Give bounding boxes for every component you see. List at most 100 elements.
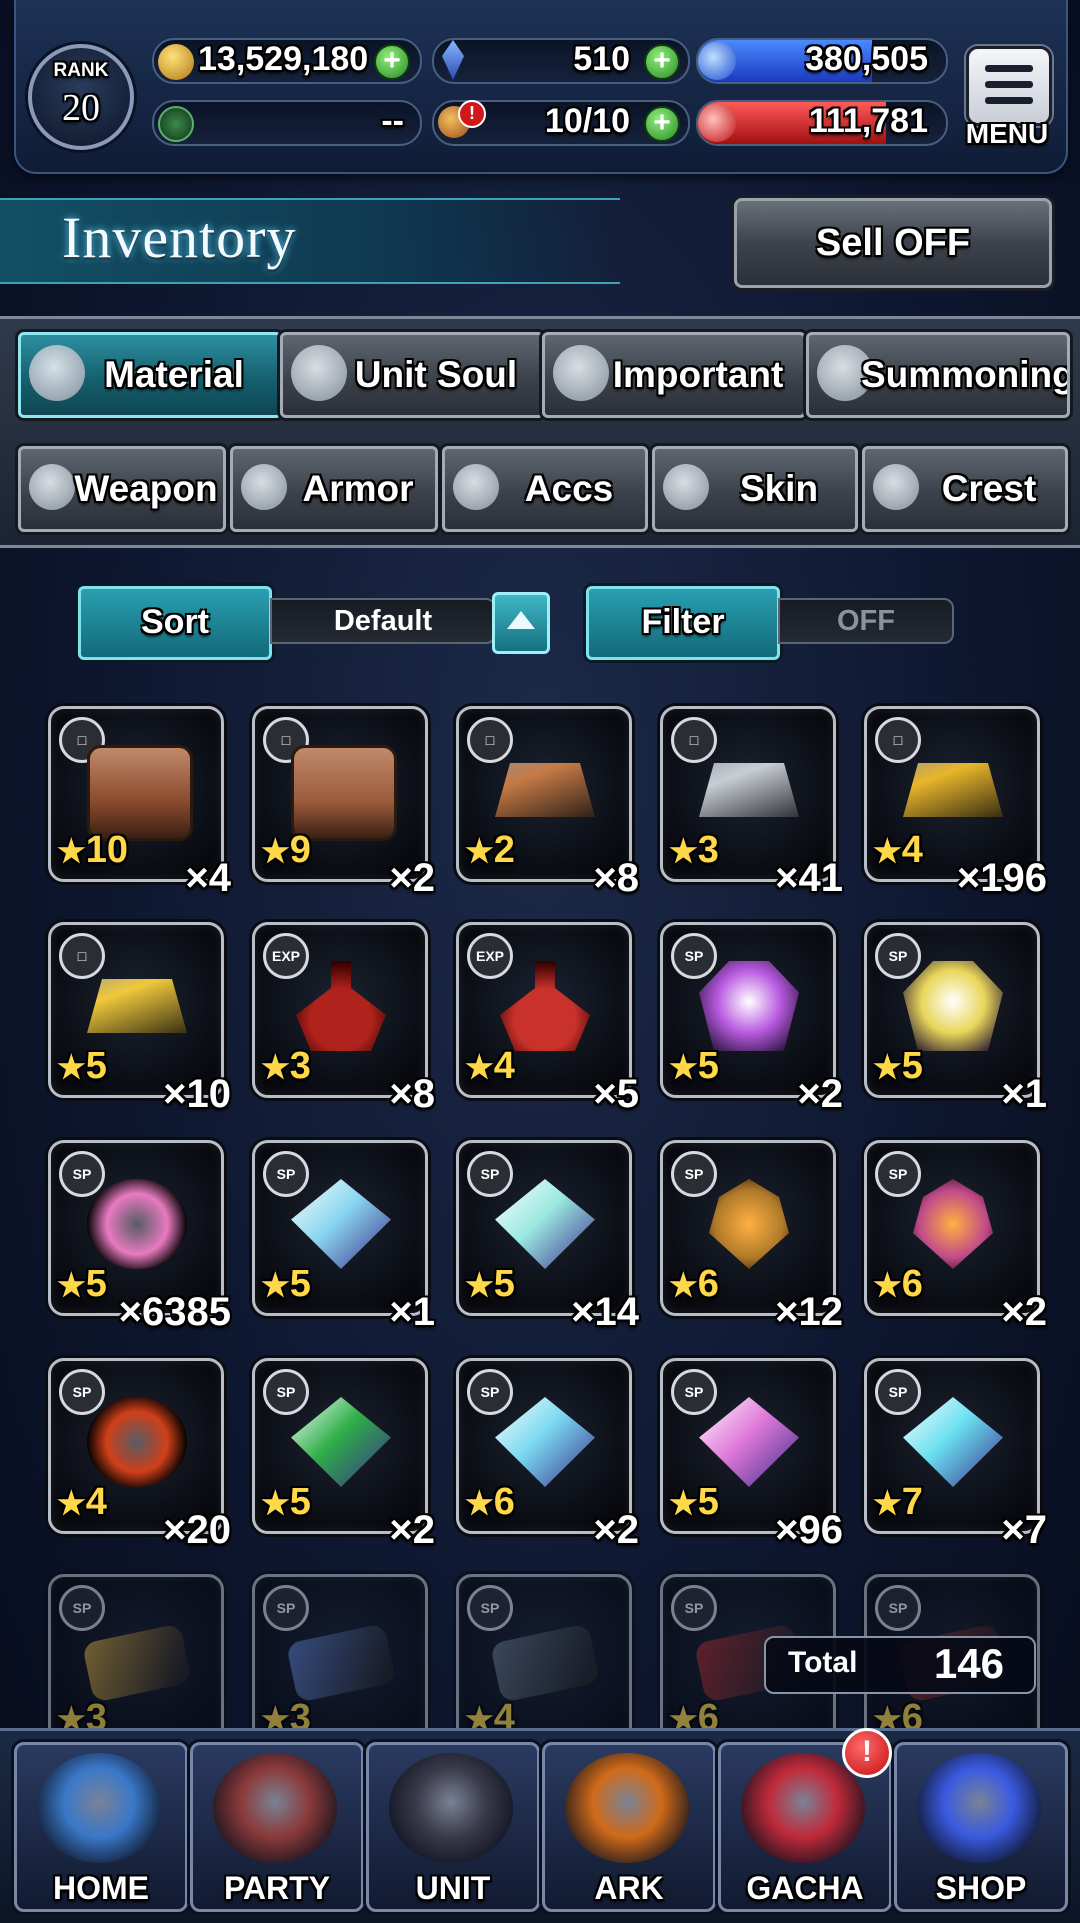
item-rarity: ★5 xyxy=(57,1046,107,1087)
item-quantity: ×96 xyxy=(775,1508,843,1552)
item-slot[interactable]: SP ★5 ×1 xyxy=(252,1140,435,1334)
item-slot[interactable]: EXP ★4 ×5 xyxy=(456,922,639,1116)
item-relic-icon xyxy=(913,1179,993,1269)
sort-order-arrow-icon[interactable] xyxy=(492,592,550,654)
sell-button[interactable]: Sell OFF xyxy=(734,198,1052,288)
item-slot[interactable]: SP ★5 ×6385 xyxy=(48,1140,231,1334)
item-rarity: ★5 xyxy=(669,1482,719,1523)
tab-material[interactable]: Material xyxy=(18,332,282,418)
item-slot[interactable]: EXP ★3 ×8 xyxy=(252,922,435,1116)
item-slot[interactable]: SP ★5 ×2 xyxy=(252,1358,435,1552)
item-quantity: ×2 xyxy=(593,1508,639,1552)
item-slot[interactable]: SP ★5 ×96 xyxy=(660,1358,843,1552)
nav-ark[interactable]: ARK xyxy=(542,1742,716,1912)
item-rarity: ★9 xyxy=(261,830,311,871)
nav-label: PARTY xyxy=(223,1870,331,1906)
item-type-badge: SP xyxy=(671,1151,717,1197)
gil-add-button[interactable]: + xyxy=(374,44,410,80)
gacha-alert-icon: ! xyxy=(842,1728,892,1778)
item-slot[interactable]: □ ★5 ×10 xyxy=(48,922,231,1116)
item-rarity: ★3 xyxy=(261,1046,311,1087)
tab-skin[interactable]: Skin xyxy=(652,446,858,532)
total-count-box: Total 146 xyxy=(764,1636,1036,1694)
tab-weapon[interactable]: Weapon xyxy=(18,446,226,532)
tab-armor[interactable]: Armor xyxy=(230,446,438,532)
tab-label: Unit Soul xyxy=(354,354,518,395)
item-gem-icon xyxy=(291,1397,391,1487)
sort-button[interactable]: Sort xyxy=(78,586,272,660)
total-value: 146 xyxy=(933,1640,1004,1687)
arena-value: -- xyxy=(381,102,404,140)
item-quantity: ×7 xyxy=(1001,1508,1047,1552)
item-rarity: ★2 xyxy=(465,830,515,871)
item-chest-icon xyxy=(291,745,397,841)
gacha-orbs-icon xyxy=(741,1753,865,1863)
item-rarity: ★5 xyxy=(261,1482,311,1523)
item-quantity: ×14 xyxy=(571,1290,639,1334)
item-slot[interactable]: □ ★9 ×2 xyxy=(252,706,435,900)
item-rarity: ★10 xyxy=(57,830,128,871)
item-slot[interactable]: SP★3×10 xyxy=(48,1574,231,1768)
tab-summoning[interactable]: Summoning xyxy=(806,332,1070,418)
visiore-add-button[interactable]: + xyxy=(644,44,680,80)
material-type-icon: □ xyxy=(59,933,105,979)
nav-unit[interactable]: UNIT xyxy=(366,1742,540,1912)
tab-label: Material xyxy=(104,354,244,395)
item-type-badge: SP xyxy=(263,1151,309,1197)
item-type-badge: SP xyxy=(467,1369,513,1415)
tab-label: Important xyxy=(612,354,784,395)
nav-label: ARK xyxy=(594,1870,664,1906)
item-rarity: ★6 xyxy=(873,1264,923,1305)
rank-value: 20 xyxy=(62,87,100,129)
item-slot[interactable]: □ ★10 ×4 xyxy=(48,706,231,900)
item-slot[interactable]: SP ★7 ×7 xyxy=(864,1358,1047,1552)
filter-button[interactable]: Filter xyxy=(586,586,780,660)
visiore-value: 510 xyxy=(573,40,630,78)
tab-label: Skin xyxy=(739,468,819,509)
item-slot[interactable]: SP ★6 ×12 xyxy=(660,1140,843,1334)
item-quantity: ×4 xyxy=(185,856,231,900)
item-slot[interactable]: SP★4×20 xyxy=(48,1358,231,1552)
item-slot[interactable]: SP ★5 ×1 xyxy=(864,922,1047,1116)
rarity-value: 5 xyxy=(289,1481,311,1523)
item-slot[interactable]: □ ★4 ×196 xyxy=(864,706,1047,900)
item-chest-icon xyxy=(87,745,193,841)
item-slot[interactable]: SP ★5 ×14 xyxy=(456,1140,639,1334)
nav-label: UNIT xyxy=(415,1870,491,1906)
item-ticket-icon xyxy=(81,1623,193,1703)
tab-label: Crest xyxy=(941,468,1037,509)
item-slot[interactable]: SP ★6 ×2 xyxy=(864,1140,1047,1334)
item-orb-icon xyxy=(87,1397,187,1487)
item-slot[interactable]: SP ★6 ×2 xyxy=(456,1358,639,1552)
item-type-badge: EXP xyxy=(467,933,513,979)
filter-value[interactable]: OFF xyxy=(778,598,954,644)
item-slot[interactable]: SP ★5 ×2 xyxy=(660,922,843,1116)
item-slot[interactable]: SP★3×1 xyxy=(252,1574,435,1768)
item-slot[interactable]: □ ★2 ×8 xyxy=(456,706,639,900)
rarity-value: 3 xyxy=(289,1045,311,1087)
tab-crest[interactable]: Crest xyxy=(862,446,1068,532)
nav-home[interactable]: HOME xyxy=(14,1742,188,1912)
item-crystal-icon xyxy=(699,961,799,1051)
tab-unit-soul[interactable]: Unit Soul xyxy=(280,332,544,418)
tab-important[interactable]: Important xyxy=(542,332,806,418)
item-type-badge: SP xyxy=(467,1585,513,1631)
item-type-badge: SP xyxy=(467,1151,513,1197)
nav-party[interactable]: PARTY xyxy=(190,1742,364,1912)
stamina-add-button[interactable]: + xyxy=(644,106,680,142)
item-type-badge: SP xyxy=(59,1585,105,1631)
rarity-star-icon: ★ xyxy=(57,1267,86,1303)
rarity-value: 3 xyxy=(697,829,719,871)
nav-shop[interactable]: SHOP xyxy=(894,1742,1068,1912)
menu-button[interactable] xyxy=(966,46,1052,126)
item-slot[interactable]: □ ★3 ×41 xyxy=(660,706,843,900)
rarity-value: 4 xyxy=(493,1045,515,1087)
armor-icon xyxy=(241,464,287,510)
nav-label: HOME xyxy=(53,1870,149,1906)
rarity-value: 4 xyxy=(85,1481,107,1523)
material-type-icon: □ xyxy=(671,717,717,763)
tab-accs[interactable]: Accs xyxy=(442,446,648,532)
item-slot[interactable]: SP★4×20 xyxy=(456,1574,639,1768)
sort-value[interactable]: Default xyxy=(270,598,496,644)
item-gem-icon xyxy=(903,1397,1003,1487)
